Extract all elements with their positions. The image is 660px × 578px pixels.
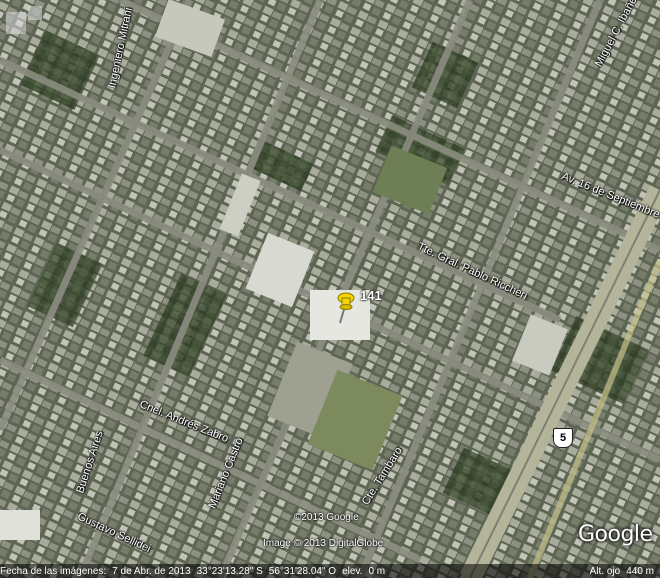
latitude: 33°23'13.28" S <box>196 565 263 577</box>
satellite-map[interactable]: Ingeniero MitraniMiguel C. IbañeAv. 16 d… <box>0 0 660 578</box>
copyright-google: ©2013 Google <box>294 512 359 523</box>
route-shield: 5 <box>553 428 573 448</box>
imagery-date-value: 7 de Abr. de 2013 <box>112 565 191 577</box>
overlay-home-icon <box>6 6 42 34</box>
longitude: 56°31'28.04" O <box>268 565 337 577</box>
copyright-digitalglobe: Image © 2013 DigitalGlobe <box>263 538 384 549</box>
status-bar: Fecha de las imágenes: 7 de Abr. de 2013… <box>0 564 660 578</box>
google-logo: Google <box>578 522 653 547</box>
placemark-label[interactable]: 141 <box>360 288 382 303</box>
imagery-date-label: Fecha de las imágenes: <box>0 565 107 577</box>
elevation-value: 0 m <box>368 565 386 577</box>
eye-alt-label: Alt. ojo <box>589 565 621 577</box>
elevation-label: elev. <box>342 565 363 577</box>
eye-alt-value: 440 m <box>626 565 654 577</box>
placemark-pin-icon[interactable] <box>334 292 358 324</box>
satellite-imagery <box>0 0 660 578</box>
